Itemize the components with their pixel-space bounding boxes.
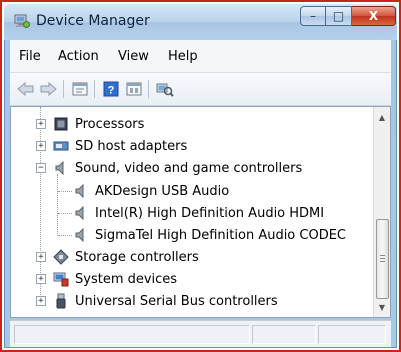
back-arrow-icon (17, 82, 34, 96)
forward-arrow-icon (40, 82, 57, 96)
storage-icon (53, 249, 69, 265)
toolbar-separator (148, 80, 149, 98)
minimize-button[interactable]: – (300, 6, 326, 26)
speaker-icon (73, 227, 89, 243)
thumb-grip (380, 255, 385, 256)
menu-action[interactable]: Action (58, 49, 99, 64)
expand-storage-controllers-button[interactable]: + (36, 252, 46, 262)
tree-item-usb-controllers[interactable]: Universal Serial Bus controllers (53, 290, 278, 312)
sd-adapter-icon (53, 138, 69, 154)
properties-button[interactable] (70, 79, 90, 99)
status-pane (252, 325, 316, 344)
device-manager-icon (14, 13, 30, 29)
system-devices-icon (53, 271, 69, 287)
menu-view[interactable]: View (118, 49, 149, 64)
maximize-button[interactable]: □ (326, 6, 352, 26)
scan-hardware-button[interactable] (155, 79, 175, 99)
tree-connector (58, 191, 72, 192)
tree-item-sound-video-game[interactable]: Sound, video and game controllers (53, 157, 302, 179)
tree-item-label: Intel(R) High Definition Audio HDMI (95, 205, 325, 221)
tree-item-label: Sound, video and game controllers (75, 160, 303, 176)
tree-item-label: AKDesign USB Audio (95, 183, 230, 199)
status-bar (10, 320, 391, 347)
forward-button[interactable] (38, 79, 58, 99)
processor-icon (53, 116, 69, 132)
tree-item-storage-controllers[interactable]: Storage controllers (53, 246, 199, 268)
scan-hardware-icon (156, 83, 174, 97)
vertical-scrollbar[interactable]: ▲ ▼ (373, 107, 390, 317)
tree-item-label: Universal Serial Bus controllers (75, 293, 278, 309)
tree-item-label: SigmaTel High Definition Audio CODEC (95, 227, 347, 243)
tree-item-label: SD host adapters (75, 138, 188, 154)
tree-item-label: Processors (75, 116, 145, 132)
menu-file[interactable]: File (19, 49, 41, 64)
thumb-grip (380, 261, 385, 262)
tree-item-processors[interactable]: Processors (53, 113, 144, 135)
device-manager-window: Device Manager – □ X File Action View He… (4, 4, 397, 348)
tree-item-akdesign-usb-audio[interactable]: AKDesign USB Audio (73, 180, 229, 202)
properties-icon (72, 82, 88, 96)
expand-sd-host-adapters-button[interactable]: + (36, 141, 46, 151)
tree-item-label: Storage controllers (75, 249, 199, 265)
scroll-thumb[interactable] (376, 219, 389, 299)
back-button[interactable] (16, 79, 36, 99)
menu-bar: File Action View Help (10, 40, 391, 73)
close-icon: X (368, 9, 379, 23)
minimize-icon: – (310, 9, 316, 23)
status-pane (318, 325, 386, 344)
window-title: Device Manager (36, 13, 150, 29)
tree-item-label: System devices (75, 271, 178, 287)
view-button[interactable] (124, 79, 144, 99)
maximize-icon: □ (332, 9, 345, 23)
tree-connector (58, 235, 72, 236)
tree-connector (40, 107, 41, 301)
help-icon: ? (103, 81, 119, 97)
toolbar-separator (63, 80, 64, 98)
tree-item-system-devices[interactable]: System devices (53, 268, 177, 290)
toolbar-separator (94, 80, 95, 98)
collapse-sound-video-button[interactable]: − (36, 163, 46, 173)
expand-processors-button[interactable]: + (36, 119, 46, 129)
tree-connector (57, 174, 58, 236)
speaker-icon (53, 160, 69, 176)
status-pane (14, 325, 250, 344)
scroll-up-arrow-icon[interactable]: ▲ (374, 109, 390, 125)
thumb-grip (380, 258, 385, 259)
tree-connector (58, 213, 72, 214)
menu-help[interactable]: Help (168, 49, 198, 64)
device-tree[interactable]: + Processors + SD host adapters − Sound,… (10, 106, 391, 318)
tree-item-intel-hdmi-audio[interactable]: Intel(R) High Definition Audio HDMI (73, 202, 324, 224)
usb-icon (53, 293, 69, 309)
scroll-down-arrow-icon[interactable]: ▼ (374, 299, 390, 315)
expand-system-devices-button[interactable]: + (36, 274, 46, 284)
close-button[interactable]: X (352, 6, 396, 26)
speaker-icon (73, 183, 89, 199)
tree-item-sigmatel-codec[interactable]: SigmaTel High Definition Audio CODEC (73, 224, 346, 246)
expand-usb-controllers-button[interactable]: + (36, 296, 46, 306)
title-bar[interactable]: Device Manager – □ X (4, 4, 397, 40)
tree-item-sd-host-adapters[interactable]: SD host adapters (53, 135, 187, 157)
speaker-icon (73, 205, 89, 221)
svg-text:?: ? (108, 85, 115, 97)
help-button[interactable]: ? (101, 79, 121, 99)
toolbar: ? (10, 73, 391, 106)
view-icon (126, 82, 142, 96)
